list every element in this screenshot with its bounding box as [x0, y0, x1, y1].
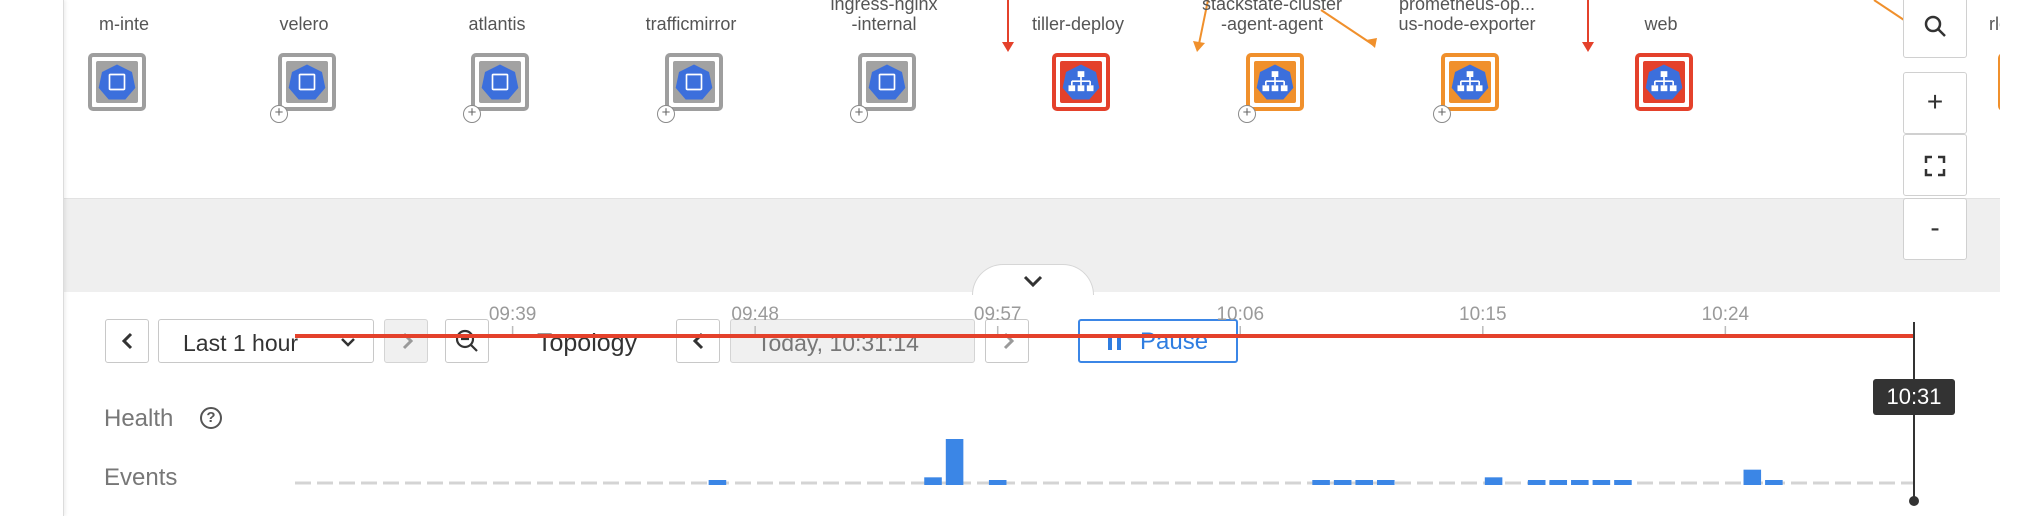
arrow-stackstate-agent — [1193, 41, 1205, 52]
deployment-icon — [1062, 64, 1100, 100]
side-panel-edge — [0, 0, 64, 516]
event-bar — [1571, 480, 1589, 485]
event-bar — [1312, 480, 1330, 485]
event-bar — [945, 439, 964, 485]
event-bar — [988, 480, 1007, 485]
event-bar — [1743, 469, 1762, 485]
axis-tick-label: 09:57 — [974, 304, 1022, 325]
node-status-box[interactable] — [471, 53, 529, 111]
node-status-box[interactable] — [1441, 53, 1499, 111]
zoom-out-button[interactable]: - — [1903, 198, 1967, 260]
node-status-box[interactable] — [858, 53, 916, 111]
topology-node[interactable]: velero + — [244, 0, 364, 123]
expand-node-icon[interactable]: + — [657, 105, 675, 123]
node-label: web — [1644, 14, 1678, 34]
current-time-badge: 10:31 — [1873, 379, 1955, 415]
axis-tick-label: 09:39 — [489, 304, 537, 325]
event-bar — [1484, 477, 1503, 485]
axis-tick-label: 10:24 — [1702, 304, 1750, 325]
search-icon — [1924, 15, 1946, 37]
topology-node[interactable]: atlantis + — [437, 0, 557, 123]
expand-node-icon[interactable]: + — [1433, 105, 1451, 123]
search-button[interactable] — [1903, 0, 1967, 58]
event-bar — [924, 477, 942, 485]
expand-node-icon[interactable]: + — [1238, 105, 1256, 123]
deployment-icon — [1645, 64, 1683, 100]
node-status-box[interactable] — [1052, 53, 1110, 111]
deployment-icon — [1451, 64, 1489, 100]
topology-node[interactable]: trafficmirror + — [631, 0, 751, 123]
node-label: tiller-deploy — [1031, 14, 1125, 34]
node-label: trafficmirror — [645, 14, 737, 34]
collapse-timeline-tab[interactable] — [972, 264, 1094, 295]
namespace-icon — [98, 64, 136, 100]
event-bar — [1333, 480, 1352, 485]
event-bar — [1527, 480, 1546, 485]
node-label: m-inte — [98, 14, 149, 34]
arrow-node-exporter — [1366, 38, 1377, 48]
arrow-web — [1582, 42, 1594, 52]
event-bar — [1592, 480, 1611, 485]
zoom-in-button[interactable]: + — [1903, 72, 1967, 134]
node-label: atlantis — [468, 14, 526, 34]
expand-node-icon[interactable]: + — [270, 105, 288, 123]
event-bar — [708, 480, 727, 485]
node-status-box[interactable] — [1635, 53, 1693, 111]
timeline-panel: Last 1 hour Topology Today, 10:31:14 Pau… — [64, 292, 2000, 516]
current-time-handle — [1909, 496, 1919, 506]
event-bar — [1355, 480, 1373, 485]
event-bar — [1549, 480, 1568, 485]
chevron-down-icon — [1023, 275, 1043, 288]
namespace-icon — [481, 64, 519, 100]
edge-rlog — [1873, 0, 1905, 21]
event-bar — [1765, 480, 1783, 485]
axis-tick-label: 09:48 — [731, 304, 779, 325]
node-status-box[interactable] — [1246, 53, 1304, 111]
event-bar — [1614, 480, 1632, 485]
node-label: stackstate-cluster -agent-agent — [1201, 0, 1343, 34]
node-status-box[interactable] — [278, 53, 336, 111]
axis-tick-label: 10:06 — [1216, 304, 1264, 325]
topology-node[interactable]: ingress-nginx -internal + — [824, 0, 944, 123]
namespace-icon — [675, 64, 713, 100]
node-status-box[interactable] — [665, 53, 723, 111]
topology-node[interactable]: tiller-deploy — [1018, 0, 1138, 120]
arrow-tiller-deploy — [1002, 42, 1014, 52]
topology-node[interactable]: web — [1601, 0, 1721, 120]
axis-tick-label: 10:15 — [1459, 304, 1507, 325]
expand-node-icon[interactable]: + — [463, 105, 481, 123]
node-label: prometheus-op... us-node-exporter — [1398, 0, 1536, 34]
topology-node[interactable]: prometheus-op... us-node-exporter + — [1398, 0, 1536, 123]
event-bar — [1377, 480, 1395, 485]
node-label: ingress-nginx -internal — [830, 0, 938, 34]
node-label: velero — [279, 14, 329, 34]
deployment-icon — [1256, 64, 1294, 100]
topology-node[interactable]: stackstate-cluster -agent-agent + — [1202, 0, 1342, 123]
node-status-box[interactable] — [88, 53, 146, 111]
topology-node[interactable]: m-inte — [64, 0, 174, 120]
topology-canvas[interactable]: m-inte velero + atlantis + trafficmirror + ingr… — [64, 0, 2000, 198]
timeline-chart[interactable]: 09:39 09:48 09:57 10:06 10:15 10:24 — [64, 292, 2000, 516]
node-status-box[interactable] — [1998, 53, 2000, 111]
fit-screen-button[interactable] — [1903, 134, 1967, 196]
expand-node-icon[interactable]: + — [850, 105, 868, 123]
fit-screen-icon — [1924, 155, 1946, 177]
namespace-icon — [868, 64, 906, 100]
namespace-icon — [288, 64, 326, 100]
topology-node[interactable]: rlog — [1964, 0, 2000, 120]
